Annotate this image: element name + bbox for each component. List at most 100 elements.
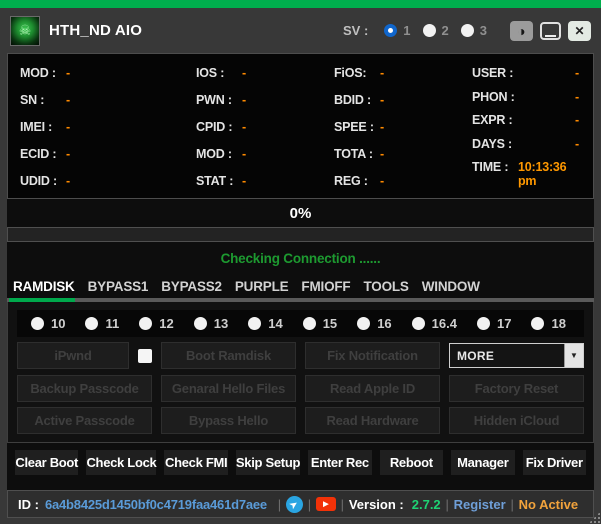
tab-fmioff[interactable]: FMIOFF (301, 279, 350, 298)
info-label: CPID : (196, 120, 233, 134)
tab-ramdisk[interactable]: RAMDISK (13, 279, 75, 298)
version-radio-16-4[interactable]: 16.4 (411, 316, 457, 331)
close-icon: ✕ (574, 23, 585, 38)
radio-icon[interactable] (31, 317, 44, 330)
boot-ramdisk-button[interactable]: Boot Ramdisk (161, 342, 296, 370)
info-field-sn: SN : - (20, 93, 196, 107)
version-radio-17[interactable]: 17 (477, 316, 511, 331)
info-label: STAT : (196, 174, 234, 188)
fix-driver-button[interactable]: Fix Driver (522, 450, 586, 475)
info-label: FiOS: (334, 66, 367, 80)
info-label: REG : (334, 174, 368, 188)
manager-button[interactable]: Manager (451, 450, 515, 475)
active-tab-indicator (9, 298, 75, 302)
more-dropdown[interactable]: MORE ▼ (449, 343, 584, 369)
clear-boot-button[interactable]: Clear Boot (15, 450, 79, 475)
version-radio-16[interactable]: 16 (357, 316, 392, 331)
bypass-hello-button[interactable]: Bypass Hello (161, 406, 296, 434)
info-field-spee: SPEE :- (334, 120, 472, 134)
radio-icon[interactable] (531, 317, 545, 330)
active-status: No Active (518, 496, 579, 512)
titlebar: ☠ HTH_ND AIO SV : 1 2 3 ◑ ✕ (0, 8, 601, 53)
radio-icon[interactable] (302, 317, 316, 330)
info-value: - (66, 120, 70, 134)
info-value: - (575, 89, 579, 104)
info-label: SPEE : (334, 120, 374, 134)
tab-bypass2[interactable]: BYPASS2 (161, 279, 222, 298)
status-message: Checking Connection ...... (220, 251, 381, 266)
version-label: 16 (377, 316, 392, 331)
window-title: HTH_ND AIO (49, 22, 143, 39)
chevron-down-icon[interactable]: ▼ (564, 344, 583, 368)
backup-passcode-button[interactable]: Backup Passcode (17, 374, 152, 402)
info-label: EXPR : (472, 113, 513, 127)
info-field-user: USER : - (472, 66, 579, 80)
version-radio-18[interactable]: 18 (531, 316, 566, 331)
active-passcode-button[interactable]: Active Passcode (17, 406, 152, 434)
info-field-mod2: MOD :- (196, 147, 334, 161)
skip-setup-button[interactable]: Skip Setup (235, 450, 300, 475)
version-radio-11[interactable]: 11 (85, 316, 119, 331)
info-value: - (66, 147, 70, 161)
info-value: - (575, 113, 579, 127)
ramdisk-button-row-1: iPwnd Boot Ramdisk Fix Notification MORE… (17, 342, 584, 370)
version-radio-15[interactable]: 15 (302, 316, 337, 331)
version-radio-12[interactable]: 12 (139, 316, 174, 331)
version-radio-13[interactable]: 13 (193, 316, 228, 331)
reboot-button[interactable]: Reboot (379, 450, 444, 475)
info-value: - (575, 136, 579, 151)
enter-rec-button[interactable]: Enter Rec (308, 450, 372, 475)
info-field-bdid: BDID :- (334, 93, 472, 107)
ipwnd-checkbox[interactable] (138, 348, 152, 363)
info-field-ecid: ECID :- (20, 147, 196, 161)
fix-notification-button[interactable]: Fix Notification (305, 342, 440, 370)
device-info-panel: MOD :- SN :- IMEI :- ECID :- UDID :- IOS… (7, 53, 594, 199)
telegram-icon[interactable]: ➤ (285, 495, 303, 513)
minimize-button[interactable] (540, 21, 561, 40)
info-value: - (380, 66, 384, 80)
youtube-icon[interactable]: ▶ (315, 497, 336, 511)
separator: | (307, 496, 312, 512)
radio-icon[interactable] (460, 24, 474, 37)
version-radio-10[interactable]: 10 (31, 316, 65, 331)
statusbar: ID : 6a4b8425d1450bf0c4719faa461d7aee | … (7, 490, 594, 518)
tabs-underline (7, 298, 594, 302)
version-label: 14 (268, 316, 283, 331)
sv-radio-label: 2 (441, 23, 449, 38)
close-button[interactable]: ✕ (568, 20, 591, 41)
radio-icon[interactable] (477, 317, 490, 330)
tab-purple[interactable]: PURPLE (235, 279, 289, 298)
radio-icon[interactable] (139, 317, 153, 330)
version-label: 16.4 (431, 316, 457, 331)
radio-icon[interactable] (193, 317, 207, 330)
sv-label: SV : (343, 23, 369, 38)
check-fmi-button[interactable]: Check FMI (164, 450, 228, 475)
info-value: - (242, 66, 246, 80)
sv-radio-2[interactable]: 2 (422, 23, 449, 38)
info-label: TIME : (472, 160, 509, 174)
genaral-hello-files-button[interactable]: Genaral Hello Files (161, 374, 296, 402)
info-field-mod: MOD :- (20, 66, 196, 80)
version-radio-14[interactable]: 14 (248, 316, 283, 331)
hidden-icloud-button[interactable]: Hidden iCloud (449, 406, 584, 434)
tab-window[interactable]: WINDOW (422, 279, 480, 298)
theme-toggle-button[interactable]: ◑ (510, 20, 533, 41)
sv-radio-3[interactable]: 3 (460, 23, 487, 38)
register-link[interactable]: Register (454, 497, 506, 512)
check-lock-button[interactable]: Check Lock (86, 450, 157, 475)
info-field-days: DAYS : - (472, 137, 579, 151)
radio-icon[interactable] (85, 317, 99, 330)
radio-icon[interactable] (248, 317, 262, 330)
ipwnd-button[interactable]: iPwnd (17, 342, 129, 370)
factory-reset-button[interactable]: Factory Reset (449, 374, 584, 402)
radio-icon[interactable] (384, 24, 398, 37)
tab-bypass1[interactable]: BYPASS1 (88, 279, 149, 298)
info-field-fios: FiOS: - (334, 66, 472, 80)
read-apple-id-button[interactable]: Read Apple ID (305, 374, 440, 402)
radio-icon[interactable] (411, 317, 425, 330)
sv-radio-1[interactable]: 1 (384, 23, 411, 38)
tab-tools[interactable]: TOOLS (363, 279, 408, 298)
radio-icon[interactable] (357, 317, 371, 330)
radio-icon[interactable] (422, 24, 436, 37)
read-hardware-button[interactable]: Read Hardware (305, 406, 440, 434)
